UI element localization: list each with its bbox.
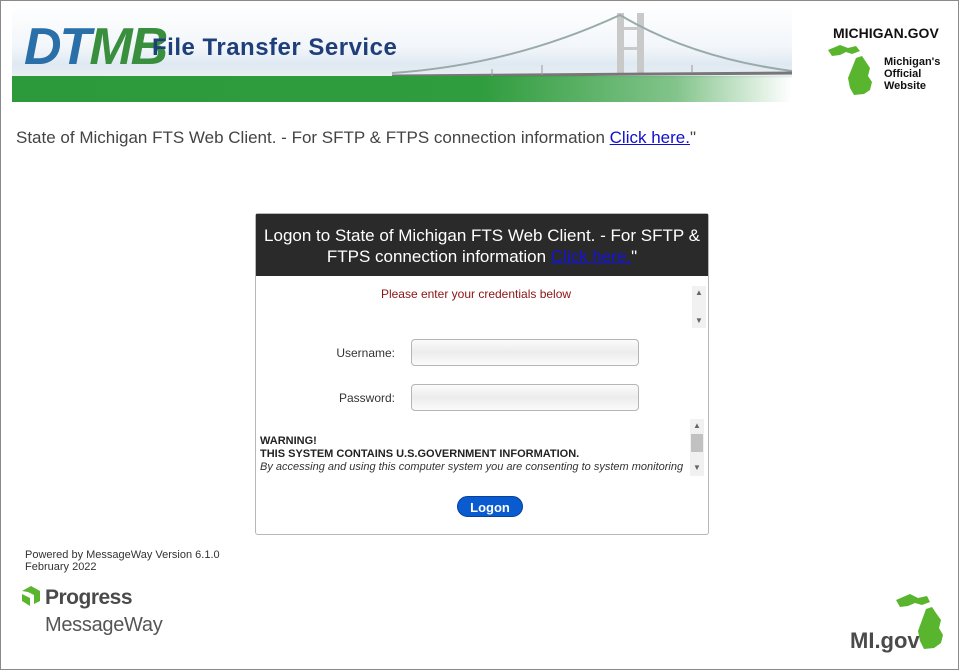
password-label: Password: — [338, 391, 395, 405]
logon-button[interactable]: Logon — [457, 496, 523, 517]
scroll-down-icon[interactable]: ▼ — [692, 314, 706, 328]
header-title: File Transfer Service — [152, 34, 398, 61]
michigan-gov-text[interactable]: MICHIGAN.GOV — [833, 25, 939, 41]
intro-text: State of Michigan FTS Web Client. - For … — [16, 128, 697, 147]
logon-click-here-link[interactable]: Click here. — [551, 247, 631, 266]
scroll-thumb[interactable] — [691, 434, 703, 452]
powered-by-text: Powered by MessageWay Version 6.1.0 Febr… — [25, 549, 220, 573]
logon-heading: Logon to State of Michigan FTS Web Clien… — [256, 214, 708, 276]
logon-panel: Logon to State of Michigan FTS Web Clien… — [255, 213, 709, 535]
credentials-message: Please enter your credentials below — [380, 287, 572, 301]
scroll-up-icon[interactable]: ▲ — [690, 419, 704, 433]
progress-logo-text: Progress — [45, 586, 133, 609]
intro-click-here-link[interactable]: Click here. — [610, 128, 690, 147]
header-green-strip — [12, 76, 792, 102]
warning-line: THIS SYSTEM CONTAINS U.S.GOVERNMENT INFO… — [260, 448, 580, 460]
warning-title: WARNING! — [260, 435, 317, 447]
password-input[interactable] — [411, 384, 639, 411]
warning-scrollbar[interactable]: ▲ ▼ — [690, 419, 704, 476]
scroll-down-icon[interactable]: ▼ — [690, 461, 704, 475]
progress-logo-icon — [22, 586, 40, 606]
username-label: Username: — [336, 346, 395, 360]
messageway-logo-text: MessageWay — [45, 614, 163, 636]
scroll-up-icon[interactable]: ▲ — [692, 286, 706, 300]
message-scrollbar[interactable]: ▲ ▼ — [692, 286, 706, 328]
header-banner: DTMB File Transfer Service — [12, 3, 792, 102]
michigan-map-icon[interactable] — [826, 42, 884, 97]
dtmb-logo: DTMB — [24, 18, 168, 76]
warning-text: WARNING! THIS SYSTEM CONTAINS U.S.GOVERN… — [260, 435, 688, 475]
mi-gov-logo-text[interactable]: MI.gov — [850, 628, 920, 654]
username-input[interactable] — [411, 339, 639, 366]
warning-body: By accessing and using this computer sys… — [260, 461, 684, 475]
official-website-text: Michigan's Official Website — [884, 56, 941, 92]
